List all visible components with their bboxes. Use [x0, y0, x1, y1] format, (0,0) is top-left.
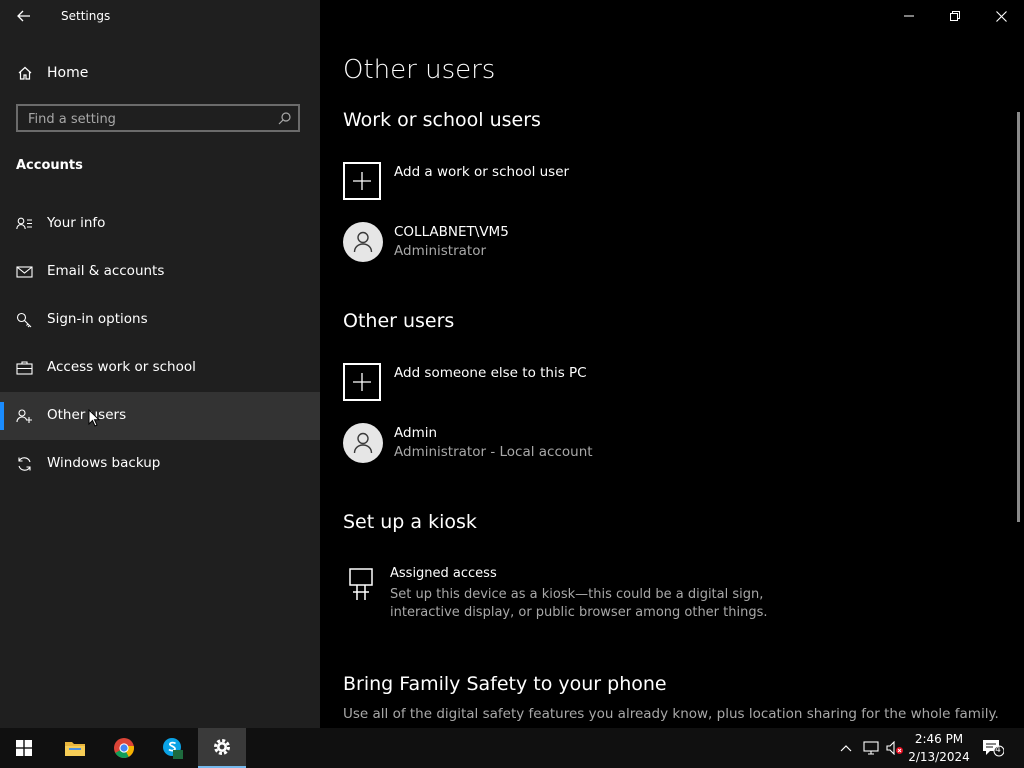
- add-box: [343, 162, 381, 200]
- show-hidden-icons-button[interactable]: [836, 728, 856, 768]
- restore-button[interactable]: [932, 0, 978, 32]
- user-role: Administrator: [394, 243, 487, 259]
- gear-icon: [214, 739, 230, 755]
- search-icon[interactable]: [278, 112, 291, 125]
- sidebar-item-label: Sign-in options: [47, 311, 148, 327]
- windows-logo-icon: [16, 740, 32, 756]
- assigned-access-button[interactable]: Assigned access Set up this device as a …: [343, 566, 843, 626]
- user-name: COLLABNET\VM5: [394, 224, 509, 240]
- settings-taskbar-button[interactable]: [198, 728, 246, 768]
- sidebar-item-label: Your info: [47, 215, 106, 231]
- taskbar: 2:46 PM 2/13/2024 4: [0, 728, 1024, 768]
- add-work-school-user-label: Add a work or school user: [394, 164, 570, 180]
- sidebar-item-label: Access work or school: [47, 359, 196, 375]
- user-row-collabnet-vm5[interactable]: COLLABNET\VM5 Administrator: [343, 222, 743, 264]
- time-text: 2:46 PM: [914, 732, 964, 746]
- chrome-icon: [114, 738, 134, 758]
- section-title-accounts: Accounts: [16, 158, 83, 173]
- user-icon: [353, 231, 373, 253]
- close-button[interactable]: [978, 0, 1024, 32]
- app-title: Settings: [61, 9, 111, 23]
- minimize-button[interactable]: [886, 0, 932, 32]
- sidebar: Settings Home Accounts Your info Email &…: [0, 0, 320, 728]
- briefcase-icon: [16, 361, 33, 375]
- sidebar-item-label: Other users: [47, 407, 127, 423]
- family-safety-heading: Bring Family Safety to your phone: [343, 673, 667, 695]
- person-list-icon: [16, 217, 32, 230]
- file-explorer-button[interactable]: [51, 728, 99, 768]
- search-box[interactable]: [16, 104, 300, 132]
- selection-indicator: [0, 402, 4, 430]
- scrollbar[interactable]: [1017, 112, 1020, 522]
- sidebar-item-other-users[interactable]: Other users: [0, 392, 320, 440]
- window-controls: [886, 0, 1024, 32]
- family-safety-description: Use all of the digital safety features y…: [343, 706, 999, 722]
- home-label: Home: [47, 65, 89, 81]
- clock[interactable]: 2:46 PM 2/13/2024: [904, 730, 974, 766]
- sidebar-item-access-work-school[interactable]: Access work or school: [0, 344, 320, 392]
- page-title: Other users: [343, 55, 496, 85]
- add-box: [343, 363, 381, 401]
- person-add-icon: [16, 409, 32, 423]
- action-center-button[interactable]: 4: [980, 728, 1006, 768]
- main-content: Other users Work or school users Add a w…: [320, 0, 1024, 728]
- work-school-heading: Work or school users: [343, 109, 541, 131]
- title-bar: Settings: [0, 0, 320, 32]
- skype-icon: [163, 738, 183, 759]
- chrome-button[interactable]: [100, 728, 148, 768]
- home-icon: [18, 66, 32, 80]
- search-input[interactable]: [26, 109, 270, 129]
- folder-icon: [65, 742, 85, 756]
- back-arrow-icon: [17, 10, 30, 22]
- minimize-icon: [904, 15, 914, 17]
- start-button[interactable]: [0, 728, 48, 768]
- sidebar-item-label: Email & accounts: [47, 263, 165, 279]
- volume-button[interactable]: [884, 728, 906, 768]
- mouse-cursor-icon: [88, 409, 100, 427]
- sidebar-item-your-info[interactable]: Your info: [0, 200, 320, 248]
- add-someone-else-button[interactable]: Add someone else to this PC: [343, 363, 743, 405]
- back-button[interactable]: [8, 4, 40, 28]
- avatar: [343, 423, 383, 463]
- plus-icon: [353, 373, 371, 391]
- sidebar-item-windows-backup[interactable]: Windows backup: [0, 440, 320, 488]
- assigned-access-description: Set up this device as a kiosk—this could…: [390, 587, 768, 620]
- network-icon: [863, 741, 879, 755]
- home-nav-item[interactable]: Home: [0, 56, 320, 90]
- skype-button[interactable]: [149, 728, 197, 768]
- sidebar-item-email-accounts[interactable]: Email & accounts: [0, 248, 320, 296]
- user-row-admin[interactable]: Admin Administrator - Local account: [343, 423, 743, 465]
- avatar: [343, 222, 383, 262]
- sidebar-item-sign-in-options[interactable]: Sign-in options: [0, 296, 320, 344]
- add-work-school-user-button[interactable]: Add a work or school user: [343, 162, 743, 204]
- plus-icon: [353, 172, 371, 190]
- user-role: Administrator - Local account: [394, 444, 593, 460]
- sidebar-item-label: Windows backup: [47, 455, 161, 471]
- sync-icon: [18, 457, 31, 471]
- network-button[interactable]: [860, 728, 882, 768]
- close-icon: [995, 10, 1007, 22]
- user-name: Admin: [394, 425, 438, 441]
- assigned-access-label: Assigned access: [390, 566, 497, 581]
- date-text: 2/13/2024: [908, 750, 970, 764]
- restore-icon: [950, 11, 960, 21]
- notification-count-badge: 4: [995, 745, 1001, 755]
- user-icon: [353, 432, 373, 454]
- key-icon: [16, 312, 32, 328]
- other-users-heading: Other users: [343, 310, 455, 332]
- add-someone-else-label: Add someone else to this PC: [394, 365, 587, 381]
- mail-icon: [16, 266, 33, 278]
- kiosk-icon: [349, 568, 373, 600]
- volume-muted-icon: [886, 741, 903, 755]
- chevron-up-icon: [840, 745, 852, 752]
- kiosk-heading: Set up a kiosk: [343, 511, 477, 533]
